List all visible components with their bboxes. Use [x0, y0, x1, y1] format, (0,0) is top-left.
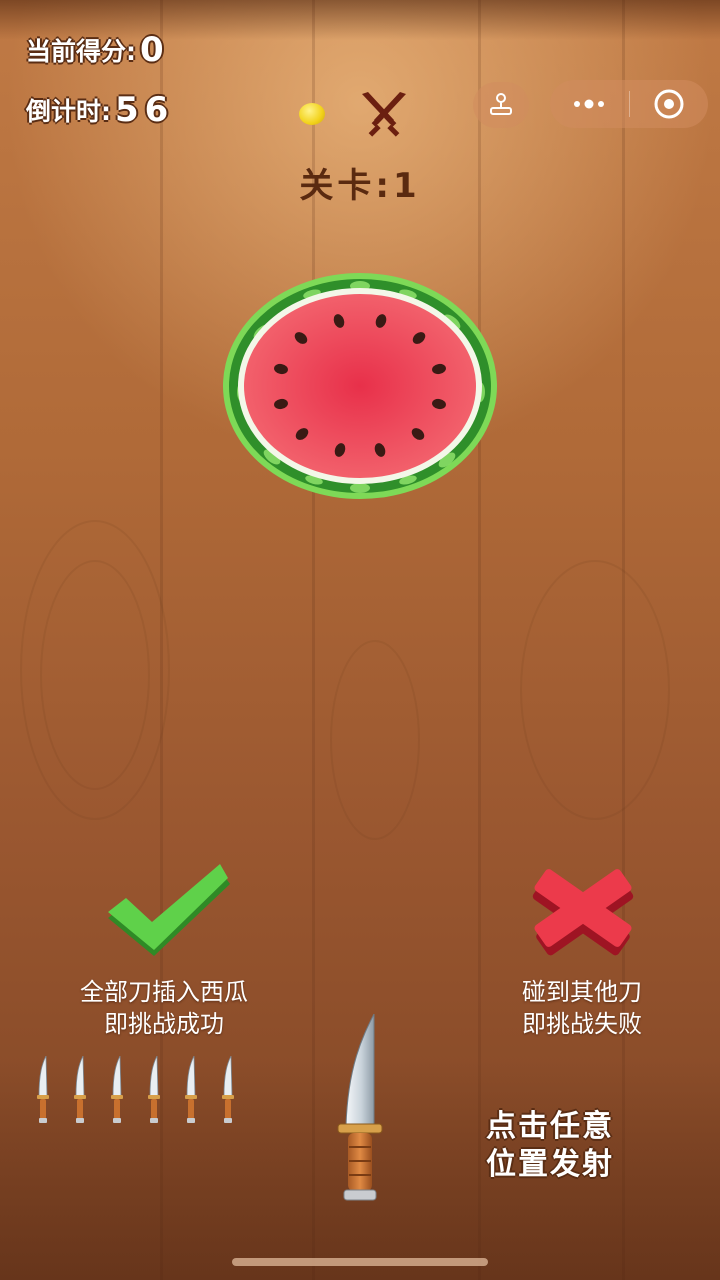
knife-to-throw[interactable] — [334, 1014, 386, 1204]
checkmark-icon — [108, 864, 230, 956]
fail-rule: 碰到其他刀 即挑战失败 — [484, 976, 680, 1040]
timer-value: 56 — [115, 90, 175, 130]
cross-icon — [532, 869, 634, 956]
tap-to-throw-hint: 点击任意 位置发射 — [486, 1108, 646, 1184]
score-label: 当前得分: — [26, 37, 136, 66]
score-display: 当前得分: 0 — [26, 30, 170, 70]
hint-line2: 位置发射 — [486, 1147, 614, 1182]
remaining-knife-icon — [111, 1056, 123, 1123]
watermelon-target[interactable] — [222, 272, 498, 500]
timer-label: 倒计时: — [26, 97, 111, 126]
coin-icon — [299, 103, 325, 125]
fail-rule-line1: 碰到其他刀 — [522, 978, 642, 1006]
mini-program-capsule — [550, 80, 708, 128]
close-button[interactable] — [630, 88, 709, 120]
hint-line1: 点击任意 — [486, 1109, 614, 1144]
success-rule-line2: 即挑战成功 — [104, 1010, 224, 1038]
fail-rule-line2: 即挑战失败 — [522, 1010, 642, 1038]
more-dots-icon — [574, 99, 605, 109]
game-controller-button[interactable] — [473, 82, 529, 128]
remaining-knife-icon — [222, 1056, 234, 1123]
timer-display: 倒计时: 56 — [26, 90, 174, 130]
remaining-knife-icon — [74, 1056, 86, 1123]
score-value: 0 — [140, 30, 170, 70]
home-indicator[interactable] — [232, 1258, 488, 1266]
more-button[interactable] — [550, 98, 629, 110]
remaining-knife-icon — [148, 1056, 160, 1123]
level-label: 关卡:1 — [299, 166, 421, 206]
success-rule: 全部刀插入西瓜 即挑战成功 — [52, 976, 276, 1040]
success-rule-line1: 全部刀插入西瓜 — [80, 978, 248, 1006]
crossed-swords-icon — [362, 92, 406, 137]
target-close-icon — [654, 89, 684, 119]
joystick-icon — [490, 93, 512, 115]
remaining-knife-icon — [185, 1056, 197, 1123]
remaining-knife-icon — [37, 1056, 49, 1123]
